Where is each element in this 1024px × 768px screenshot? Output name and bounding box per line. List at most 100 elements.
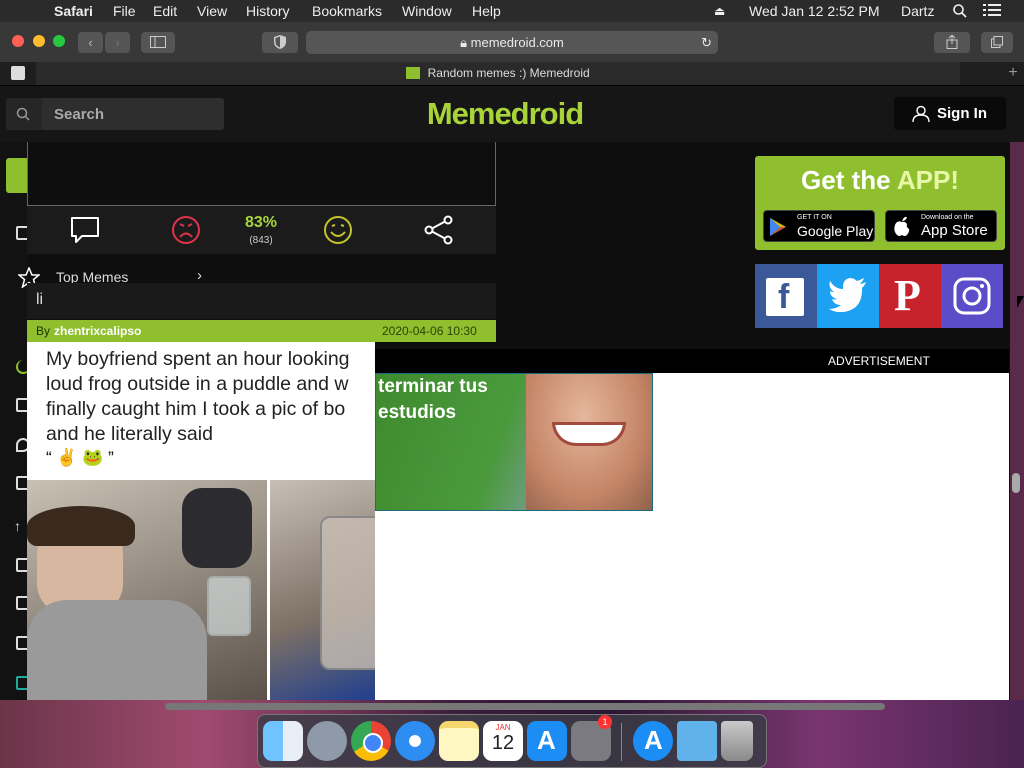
menu-help[interactable]: Help — [472, 3, 501, 19]
author-prefix: By — [36, 324, 51, 338]
comment-icon[interactable] — [70, 216, 100, 244]
menu-file[interactable]: File — [113, 3, 136, 19]
dock-launchpad-icon[interactable] — [307, 721, 347, 761]
instagram-icon — [953, 277, 991, 315]
spotlight-icon[interactable] — [952, 3, 968, 22]
dock-downloads-folder-icon[interactable] — [677, 721, 717, 761]
sidebar-toggle-button[interactable] — [141, 32, 175, 53]
dock-app-store-2-icon[interactable]: A — [633, 721, 673, 761]
calendar-month: JAN — [495, 723, 511, 732]
meme-photo-left — [27, 480, 267, 700]
sign-in-label: Sign In — [937, 105, 987, 122]
search-input[interactable]: Search — [54, 106, 104, 123]
memedroid-logo[interactable]: Memedroid — [420, 94, 590, 134]
meme-image[interactable]: My boyfriend spent an hour looking loud … — [27, 342, 375, 700]
memedroid-favicon-icon — [406, 67, 421, 79]
dock-notes-icon[interactable] — [439, 721, 479, 761]
meme-photo-right — [270, 480, 375, 700]
advertisement-label: ADVERTISEMENT — [828, 354, 930, 368]
meme-author-bar: By zhentrixcalipso 2020-04-06 10:30 — [27, 320, 496, 342]
dock-app-store-icon[interactable]: A — [527, 721, 567, 761]
pinterest-icon: P — [894, 271, 921, 320]
browser-toolbar: ‹ › 🔒︎ memedroid.com ↻ — [0, 22, 1024, 63]
tab-overview-button[interactable] — [981, 32, 1013, 53]
menu-edit[interactable]: Edit — [153, 3, 177, 19]
get-the-app-banner[interactable]: Get the APP! GET IT ON Google Play Downl… — [755, 156, 1005, 250]
menu-clock[interactable]: Wed Jan 12 2:52 PM — [749, 3, 879, 19]
sidebar-upload-arrow-icon[interactable]: ↑ — [14, 518, 28, 534]
eject-icon[interactable]: ⏏ — [714, 4, 725, 18]
app-store-big: App Store — [921, 222, 988, 239]
menu-user[interactable]: Dartz — [901, 3, 934, 19]
lock-icon: 🔒︎ — [460, 35, 468, 50]
frog-jar — [207, 576, 251, 636]
meme-action-bar: 83% (843) — [27, 206, 496, 254]
app-banner-title: Get the APP! — [801, 165, 959, 195]
sidebar: ↑ — [0, 142, 30, 700]
menu-bookmarks[interactable]: Bookmarks — [312, 3, 382, 19]
search-icon — [16, 107, 30, 121]
instagram-button[interactable] — [941, 264, 1003, 328]
user-icon — [912, 105, 930, 123]
back-button[interactable]: ‹ — [78, 32, 103, 53]
sysprefs-badge: 1 — [598, 715, 612, 729]
meme-caption: My boyfriend spent an hour looking loud … — [46, 348, 350, 445]
like-face-icon[interactable] — [323, 215, 353, 245]
dock-trash-icon[interactable] — [721, 721, 753, 761]
privacy-shield-button[interactable] — [262, 32, 298, 53]
menu-app-name[interactable]: Safari — [54, 3, 93, 19]
rating-percent: 83% — [244, 214, 278, 231]
menu-window[interactable]: Window — [402, 3, 452, 19]
ad-text: terminar tus estudios — [378, 376, 488, 423]
forward-button[interactable]: › — [105, 32, 130, 53]
google-play-icon — [770, 218, 786, 236]
backpack — [182, 488, 252, 568]
dislike-face-icon[interactable] — [171, 215, 201, 245]
sign-in-button[interactable]: Sign In — [894, 97, 1006, 130]
dock-finder-icon[interactable] — [263, 721, 303, 761]
pinned-tab-apple-icon[interactable] — [11, 66, 25, 80]
close-window-button[interactable] — [12, 35, 24, 47]
new-tab-button[interactable]: + — [1003, 62, 1023, 85]
tab-title: Random memes :) Memedroid — [427, 66, 590, 80]
minimize-window-button[interactable] — [33, 35, 45, 47]
google-play-button[interactable]: GET IT ON Google Play — [763, 210, 875, 242]
google-play-small: GET IT ON — [797, 214, 832, 221]
calendar-day: 12 — [491, 732, 515, 754]
menu-view[interactable]: View — [197, 3, 227, 19]
twitter-button[interactable] — [817, 264, 879, 328]
zoom-window-button[interactable] — [53, 35, 65, 47]
person-hair — [27, 506, 135, 546]
chevron-right-icon: › — [197, 267, 202, 284]
control-center-icon[interactable] — [983, 3, 1001, 20]
dock-system-preferences-icon[interactable]: 1 — [571, 715, 612, 761]
post-date: 2020-04-06 10:30 — [382, 324, 477, 338]
mouse-cursor — [1017, 296, 1024, 308]
share-button[interactable] — [934, 32, 970, 53]
app-store-button[interactable]: Download on the App Store — [885, 210, 997, 242]
tab-active[interactable]: Random memes :) Memedroid — [36, 62, 960, 85]
rating-votes: (843) — [249, 235, 273, 246]
reload-icon[interactable]: ↻ — [701, 31, 712, 54]
advertisement-image[interactable]: terminar tus estudios — [375, 373, 653, 511]
address-bar[interactable]: 🔒︎ memedroid.com ↻ — [306, 31, 718, 54]
sidebar-upload-button[interactable] — [6, 158, 28, 193]
share-icon[interactable] — [424, 215, 454, 245]
twitter-bird-icon — [829, 278, 866, 312]
frog-jar-2 — [320, 516, 375, 670]
address-text: memedroid.com — [470, 35, 564, 50]
search-button[interactable] — [6, 98, 42, 130]
app-store-small: Download on the — [921, 214, 974, 221]
dock-divider — [621, 723, 622, 761]
dock-chrome-icon[interactable] — [351, 721, 391, 761]
author-link[interactable]: zhentrixcalipso — [54, 324, 141, 338]
google-play-big: Google Play — [797, 223, 874, 239]
pinterest-button[interactable]: P — [879, 264, 941, 328]
facebook-button[interactable]: f — [755, 264, 817, 328]
vertical-scrollbar[interactable] — [1012, 473, 1020, 493]
horizontal-scrollbar[interactable] — [165, 703, 885, 710]
dock-calendar-icon[interactable]: JAN 12 — [483, 721, 523, 761]
menu-history[interactable]: History — [246, 3, 290, 19]
comment-input[interactable]: li — [27, 283, 496, 319]
dock-safari-icon[interactable] — [395, 721, 435, 761]
